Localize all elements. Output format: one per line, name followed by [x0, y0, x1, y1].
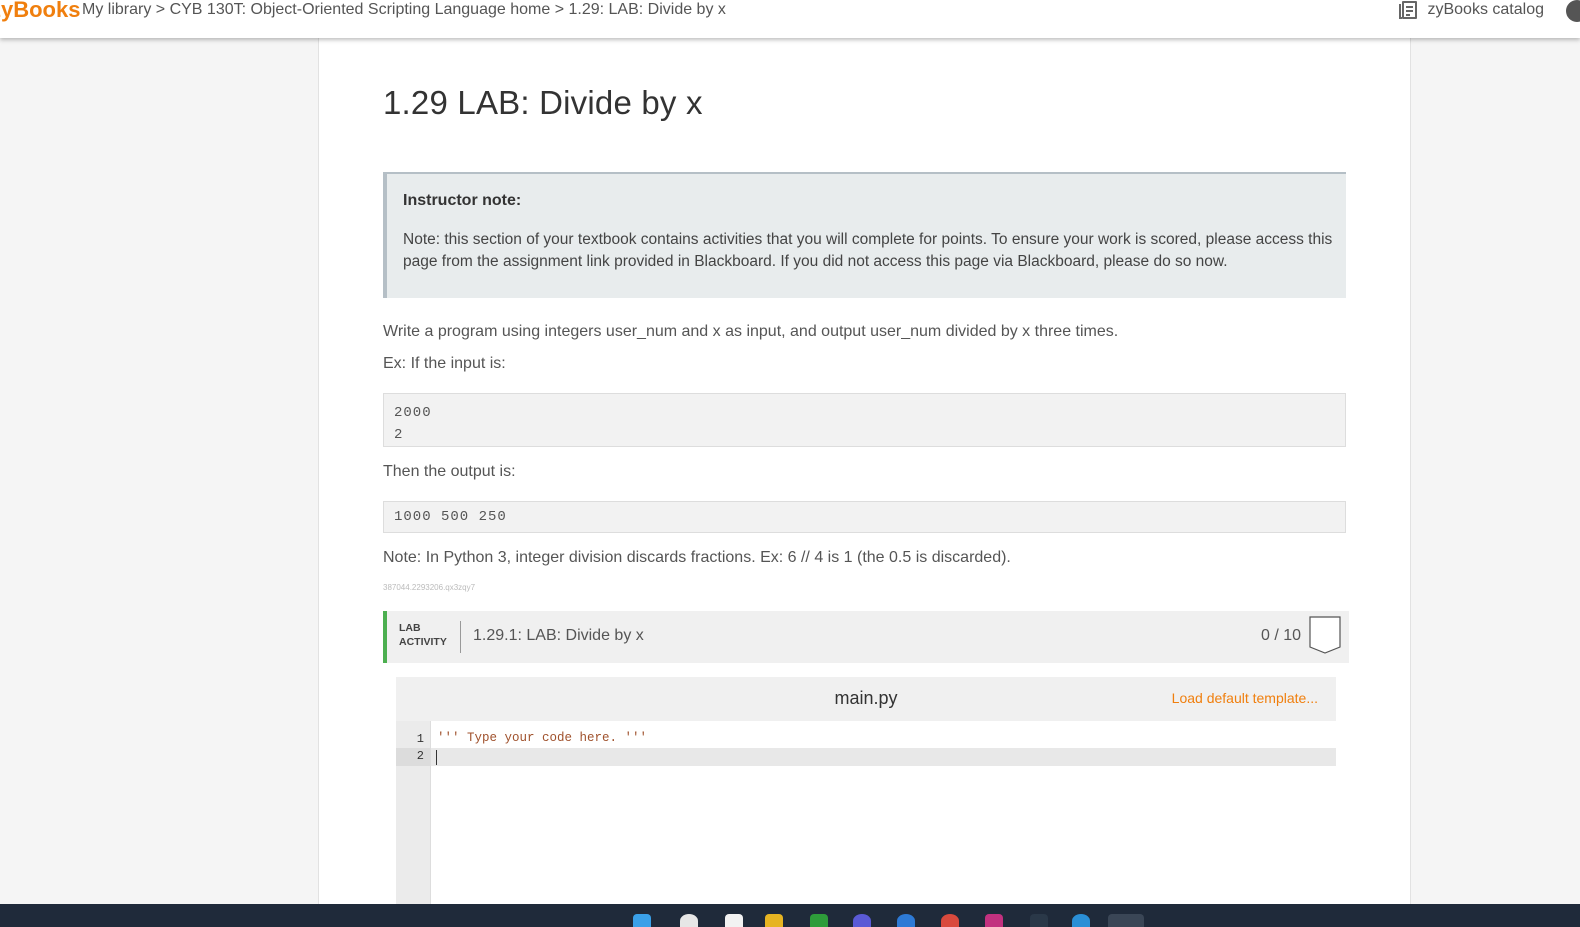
breadcrumb: My library > CYB 130T: Object-Oriented S… — [82, 1, 726, 19]
zybooks-catalog-link[interactable]: zyBooks catalog — [1399, 1, 1544, 19]
app-icon[interactable] — [810, 914, 828, 927]
code-input-area[interactable]: ''' Type your code here. ''' — [431, 721, 1336, 904]
code-line[interactable]: ''' Type your code here. ''' — [437, 731, 647, 745]
input-example-line: 2000 — [394, 405, 432, 421]
intro-text: Write a program using integers user_num … — [383, 323, 1119, 340]
code-editor-panel: main.py Load default template... 1 2 '''… — [383, 663, 1349, 904]
load-default-template-link[interactable]: Load default template... — [1172, 690, 1318, 706]
task-view-icon[interactable] — [725, 914, 743, 927]
app-icon[interactable] — [853, 914, 871, 927]
breadcrumb-my-library[interactable]: My library — [82, 1, 151, 18]
instructor-note-body: Note: this section of your textbook cont… — [403, 231, 1333, 270]
divider — [460, 621, 461, 653]
breadcrumb-separator: > — [151, 1, 170, 18]
output-example-box: 1000 500 250 — [383, 501, 1346, 533]
lab-tag-line: LAB — [399, 622, 421, 634]
active-line-highlight — [431, 748, 1336, 766]
instructor-note: Instructor note: Note: this section of y… — [383, 172, 1346, 298]
input-label: Ex: If the input is: — [383, 355, 506, 372]
chrome-browser-icon[interactable] — [941, 914, 959, 927]
lab-activity-tag: LAB ACTIVITY — [399, 621, 447, 649]
start-icon[interactable] — [633, 914, 651, 927]
output-label: Then the output is: — [383, 463, 516, 480]
app-icon[interactable] — [1072, 914, 1090, 927]
app-icon[interactable] — [985, 914, 1003, 927]
lab-tag-line: ACTIVITY — [399, 636, 447, 648]
line-number-gutter: 1 2 — [396, 721, 431, 904]
content-card: 1.29 LAB: Divide by x Instructor note: N… — [318, 38, 1411, 904]
breadcrumb-section: 1.29: LAB: Divide by x — [568, 1, 726, 18]
lab-score: 0 / 10 — [1260, 627, 1301, 644]
lab-activity-name: 1.29.1: LAB: Divide by x — [473, 627, 644, 644]
active-app-icon[interactable] — [1108, 914, 1144, 927]
text-caret — [436, 750, 437, 765]
zybooks-logo[interactable]: zyBooks — [0, 0, 80, 23]
input-example-box: 2000 2 — [383, 393, 1346, 447]
completion-badge-icon — [1309, 616, 1341, 654]
editor-header: main.py Load default template... — [396, 677, 1336, 721]
search-icon[interactable] — [680, 914, 698, 927]
instructor-note-heading: Instructor note: — [403, 192, 522, 209]
user-avatar[interactable] — [1566, 0, 1580, 22]
line-number: 1 — [416, 732, 424, 746]
input-example-line: 2 — [394, 427, 404, 443]
app-icon[interactable] — [1030, 914, 1048, 927]
os-taskbar — [0, 904, 1580, 927]
lab-activity-header: LAB ACTIVITY 1.29.1: LAB: Divide by x 0 … — [383, 611, 1349, 663]
edge-browser-icon[interactable] — [897, 914, 915, 927]
file-explorer-icon[interactable] — [765, 914, 783, 927]
page-title: 1.29 LAB: Divide by x — [383, 84, 703, 121]
catalog-label: zyBooks catalog — [1427, 1, 1544, 18]
active-line-gutter — [396, 748, 431, 766]
output-example-line: 1000 500 250 — [394, 509, 507, 525]
library-books-icon — [1399, 1, 1418, 19]
line-number: 2 — [416, 749, 424, 763]
python-note: Note: In Python 3, integer division disc… — [383, 549, 1011, 566]
breadcrumb-separator: > — [550, 1, 569, 18]
activity-id: 387044.2293206.qx3zqy7 — [383, 583, 476, 592]
breadcrumb-course[interactable]: CYB 130T: Object-Oriented Scripting Lang… — [170, 1, 551, 18]
top-nav-bar: zyBooks My library > CYB 130T: Object-Or… — [0, 0, 1580, 38]
